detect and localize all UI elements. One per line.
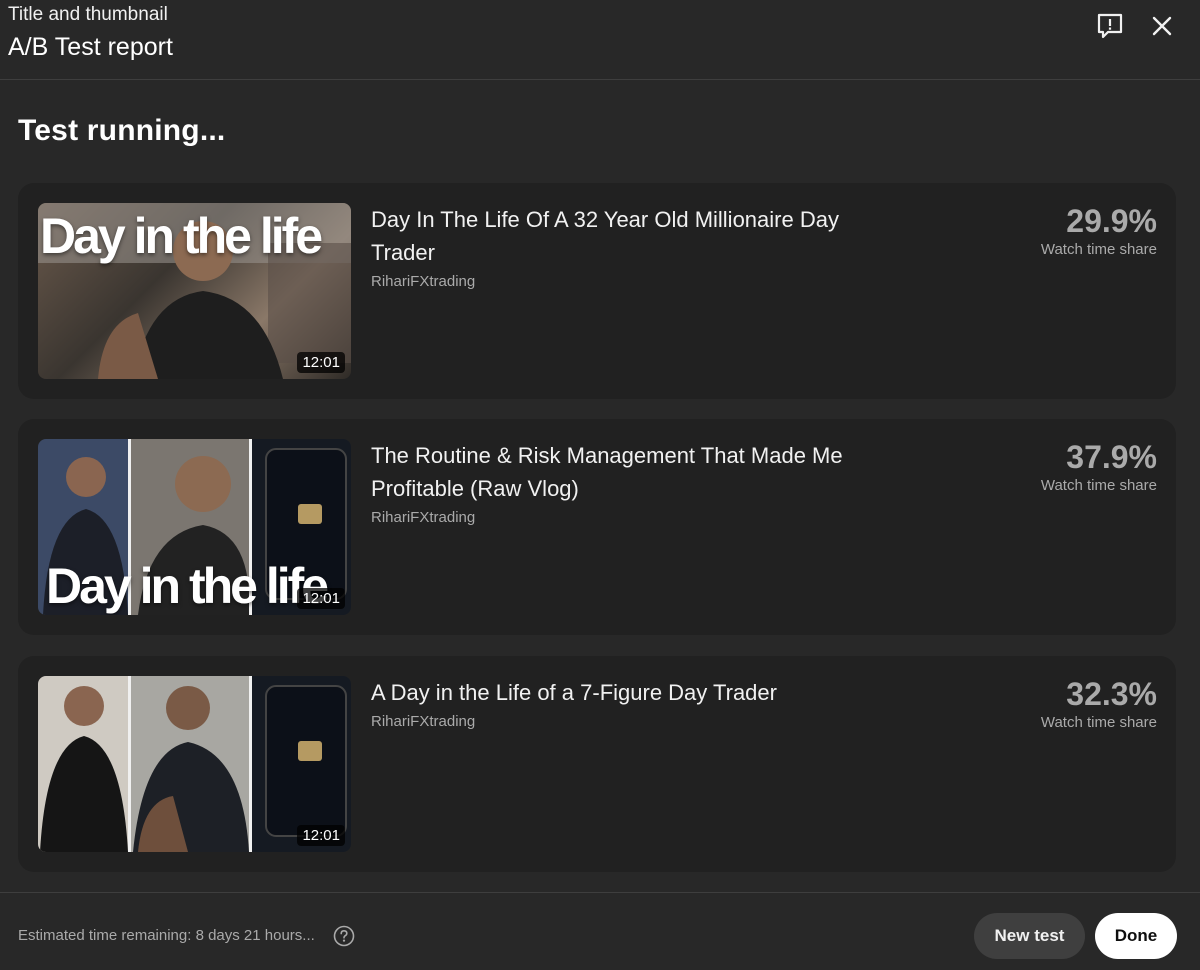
video-title[interactable]: A Day in the Life of a 7-Figure Day Trad… bbox=[371, 676, 881, 709]
watch-time-share-label: Watch time share bbox=[1040, 477, 1157, 494]
estimated-time-remaining: Estimated time remaining: 8 days 21 hour… bbox=[18, 927, 315, 944]
watch-time-share-label: Watch time share bbox=[1040, 241, 1157, 258]
channel-name[interactable]: RihariFXtrading bbox=[371, 713, 475, 730]
variant-card-2: Day in the life 12:01 The Routine & Risk… bbox=[18, 419, 1176, 635]
close-icon[interactable] bbox=[1146, 10, 1178, 42]
video-duration: 12:01 bbox=[297, 588, 345, 609]
test-status: Test running... bbox=[18, 114, 226, 147]
video-duration: 12:01 bbox=[297, 825, 345, 846]
dialog-footer: Estimated time remaining: 8 days 21 hour… bbox=[0, 892, 1200, 970]
channel-name[interactable]: RihariFXtrading bbox=[371, 273, 475, 290]
watch-time-share-value: 32.3% bbox=[1066, 676, 1157, 712]
dialog-title: A/B Test report bbox=[8, 33, 173, 61]
variant-card-1: Day in the life 12:01 Day In The Life Of… bbox=[18, 183, 1176, 399]
variant-card-3: 12:01 A Day in the Life of a 7-Figure Da… bbox=[18, 656, 1176, 872]
video-duration: 12:01 bbox=[297, 352, 345, 373]
dialog-subtitle: Title and thumbnail bbox=[8, 4, 168, 25]
dialog-header: Title and thumbnail A/B Test report bbox=[0, 0, 1200, 80]
new-test-button[interactable]: New test bbox=[974, 913, 1085, 959]
watch-time-metric: 29.9% Watch time share bbox=[1041, 201, 1157, 258]
watch-time-share-value: 37.9% bbox=[1066, 439, 1157, 475]
feedback-icon[interactable] bbox=[1094, 10, 1126, 42]
video-title[interactable]: The Routine & Risk Management That Made … bbox=[371, 439, 881, 505]
thumbnail-text: Day in the life bbox=[46, 558, 329, 614]
watch-time-share-value: 29.9% bbox=[1066, 203, 1157, 239]
video-thumbnail[interactable]: Day in the life 12:01 bbox=[38, 439, 351, 615]
video-title[interactable]: Day In The Life Of A 32 Year Old Million… bbox=[371, 203, 881, 269]
done-button[interactable]: Done bbox=[1095, 913, 1177, 959]
watch-time-share-label: Watch time share bbox=[1040, 714, 1157, 731]
watch-time-metric: 32.3% Watch time share bbox=[1041, 674, 1157, 731]
channel-name[interactable]: RihariFXtrading bbox=[371, 509, 475, 526]
video-thumbnail[interactable]: 12:01 bbox=[38, 676, 351, 852]
video-thumbnail[interactable]: Day in the life 12:01 bbox=[38, 203, 351, 379]
thumbnail-text: Day in the life bbox=[40, 208, 323, 264]
watch-time-metric: 37.9% Watch time share bbox=[1041, 437, 1157, 494]
help-icon[interactable] bbox=[333, 925, 355, 947]
